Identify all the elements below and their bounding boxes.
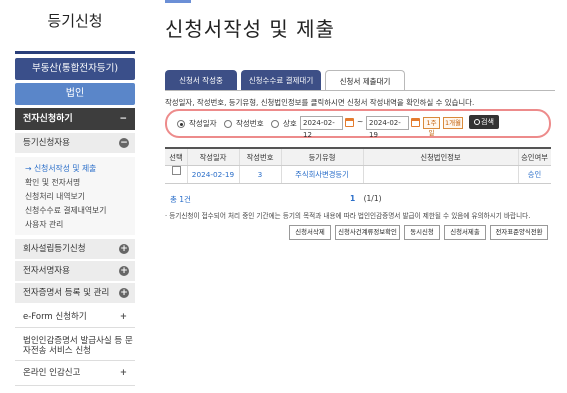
submenu-item-history[interactable]: 신청처리 내역보기 bbox=[25, 191, 85, 202]
breadcrumb-bar bbox=[165, 0, 191, 3]
calendar-icon[interactable] bbox=[345, 118, 354, 127]
submenu-item-confirm-sign[interactable]: 확인 및 전자서명 bbox=[25, 177, 80, 188]
total-count: 총 1건 bbox=[170, 195, 191, 204]
col-header-corp-info: 신청법인정보 bbox=[420, 153, 461, 162]
submenu-item-write-submit[interactable]: → 신청서작성 및 제출 bbox=[25, 163, 96, 174]
col-header-number: 작성번호 bbox=[246, 153, 274, 162]
tab-divider bbox=[165, 90, 555, 91]
col-header-date: 작성일자 bbox=[199, 153, 227, 162]
page-summary: (1/1) bbox=[363, 194, 382, 203]
sidebar-item-label: 전자서명자용 bbox=[23, 266, 70, 276]
radio-write-number[interactable] bbox=[224, 120, 232, 128]
cell-approval[interactable]: 승인 bbox=[518, 166, 551, 184]
notice-text: · 등기신청이 접수되어 처리 중인 기간에는 등기의 목적과 내용에 따라 법… bbox=[165, 212, 531, 220]
row-checkbox[interactable] bbox=[172, 166, 181, 175]
period-1week-button[interactable]: 1주일 bbox=[423, 117, 440, 137]
sidebar-item-label: 회사설립등기신청 bbox=[23, 244, 86, 254]
sidebar-divider bbox=[15, 51, 135, 54]
table-row: 2024-02-19 3 주식회사변경등기 승인 bbox=[165, 166, 551, 184]
sidebar-item-online-seal[interactable]: 온라인 인감신고 + bbox=[15, 364, 135, 386]
menu-electronic-application[interactable]: 전자신청하기 − bbox=[15, 108, 135, 130]
pending-case-check-button[interactable]: 신청사건계류정보확인 bbox=[335, 225, 400, 240]
page-title: 신청서작성 및 제출 bbox=[165, 17, 335, 41]
sidebar-item-label: 등기신청자용 bbox=[23, 138, 70, 148]
col-header-type: 등기유형 bbox=[308, 153, 336, 162]
applicant-submenu: → 신청서작성 및 제출 확인 및 전자서명 신청처리 내역보기 신청수수료 결… bbox=[15, 157, 135, 235]
date-to-input[interactable]: 2024-02-19 bbox=[366, 116, 409, 139]
sidebar-item-label: 온라인 인감신고 bbox=[23, 368, 81, 378]
plus-circle-icon: + bbox=[119, 288, 129, 298]
sidebar: 등기신청 부동산(통합전자등기) 법인 전자신청하기 − 등기신청자용 − → … bbox=[15, 0, 135, 393]
col-divider bbox=[363, 166, 364, 183]
sidebar-title: 등기신청 bbox=[47, 12, 103, 30]
sidebar-item-sms-service[interactable]: 법인인감증명서 발급사실 등 문자전송 서비스 신청 bbox=[15, 333, 135, 361]
sidebar-item-company-registration[interactable]: 회사설립등기신청 + bbox=[15, 239, 135, 259]
standard-form-convert-button[interactable]: 전자표준양식전환 bbox=[490, 225, 548, 240]
sidebar-item-certificate[interactable]: 전자증명서 등록 및 관리 + bbox=[15, 283, 135, 303]
tab-fee-payment[interactable]: 신청수수료 결제대기 bbox=[241, 70, 321, 91]
plus-circle-icon: + bbox=[119, 244, 129, 254]
delete-application-button[interactable]: 신청서삭제 bbox=[289, 225, 331, 240]
radio-company-name[interactable] bbox=[271, 120, 279, 128]
sidebar-item-label: 법인인감증명서 발급사실 등 문자전송 서비스 신청 bbox=[23, 336, 133, 356]
cell-type[interactable]: 주식회사변경등기 bbox=[281, 166, 363, 184]
search-button-label: 검색 bbox=[481, 118, 494, 126]
date-from-input[interactable]: 2024-02-12 bbox=[300, 116, 343, 139]
search-icon bbox=[474, 119, 481, 125]
cell-date[interactable]: 2024-02-19 bbox=[187, 166, 239, 184]
menu-electronic-application-label: 전자신청하기 bbox=[23, 114, 73, 124]
minus-circle-icon: − bbox=[119, 138, 129, 148]
period-1month-button[interactable]: 1개월 bbox=[443, 117, 463, 129]
category-button[interactable]: 부동산(통합전자등기) bbox=[15, 58, 135, 80]
date-separator: ~ bbox=[357, 117, 364, 126]
sidebar-item-label: 전자증명서 등록 및 관리 bbox=[23, 288, 110, 298]
calendar-icon[interactable] bbox=[411, 118, 420, 127]
collapse-icon: − bbox=[119, 114, 127, 124]
sidebar-item-signer[interactable]: 전자서명자용 + bbox=[15, 261, 135, 281]
tab-writing[interactable]: 신청서 작성중 bbox=[165, 70, 237, 91]
radio-label: 작성일자 bbox=[189, 119, 217, 128]
page-current[interactable]: 1 bbox=[350, 194, 355, 203]
radio-write-date[interactable] bbox=[177, 120, 185, 128]
simultaneous-application-button[interactable]: 동시신청 bbox=[404, 225, 440, 240]
submenu-item-fee-history[interactable]: 신청수수료 결제내역보기 bbox=[25, 205, 106, 216]
tab-submit-waiting[interactable]: 신청서 제출대기 bbox=[325, 70, 405, 91]
pagination: 1 (1/1) bbox=[350, 194, 382, 203]
plus-circle-icon: + bbox=[119, 266, 129, 276]
sidebar-item-applicant[interactable]: 등기신청자용 − bbox=[15, 133, 135, 153]
cell-number[interactable]: 3 bbox=[239, 166, 281, 184]
sidebar-item-eform[interactable]: e-Form 신청하기 + bbox=[15, 308, 135, 328]
search-panel: 작성일자 작성번호 상호 2024-02-12 ~ 2024-02-19 1주일… bbox=[165, 109, 551, 139]
search-button[interactable]: 검색 bbox=[469, 115, 499, 129]
submenu-item-user-management[interactable]: 사용자 관리 bbox=[25, 219, 63, 230]
radio-label: 작성번호 bbox=[236, 119, 264, 128]
table-header: 선택 작성일자 작성번호 등기유형 신청법인정보 승인여부 bbox=[165, 149, 551, 166]
description-text: 작성일자, 작성번호, 등기유형, 신청법인정보를 클릭하시면 신청서 작성내역… bbox=[165, 98, 475, 107]
col-header-select: 선택 bbox=[169, 153, 183, 162]
submit-application-button[interactable]: 신청서제출 bbox=[444, 225, 486, 240]
corp-button[interactable]: 법인 bbox=[15, 83, 135, 105]
sidebar-item-label: e-Form 신청하기 bbox=[23, 312, 87, 322]
plus-icon: + bbox=[119, 312, 127, 322]
col-header-approval: 승인여부 bbox=[521, 153, 548, 162]
radio-label: 상호 bbox=[283, 119, 297, 128]
plus-icon: + bbox=[119, 368, 127, 378]
